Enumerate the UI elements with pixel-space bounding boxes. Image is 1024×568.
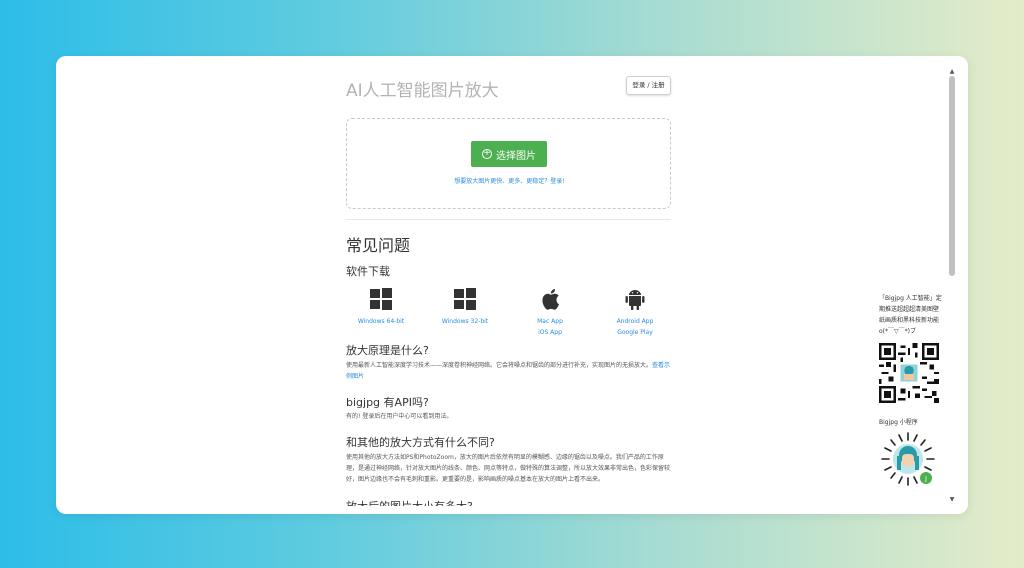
download-windows-32: Windows 32-bit — [425, 288, 505, 327]
api-title: bigjpg 有API吗? — [346, 396, 429, 409]
login-button[interactable]: 登录 / 注册 — [626, 76, 671, 95]
mac-app-link[interactable]: Mac App — [510, 316, 590, 327]
mini-program-code: J — [880, 431, 936, 487]
principle-body: 使用最新人工智能深度学习技术——深度卷积神经网络。它会将噪点和锯齿的部分进行补充… — [346, 362, 653, 369]
download-windows-64: Windows 64-bit — [341, 288, 421, 327]
download-apple: Mac App iOS App — [510, 288, 590, 338]
vertical-scrollbar[interactable]: ▲ ▼ — [948, 68, 956, 504]
scroll-thumb[interactable] — [949, 76, 955, 276]
divider — [346, 219, 671, 220]
windows-64-link[interactable]: Windows 64-bit — [341, 316, 421, 327]
svg-text:J: J — [924, 476, 927, 483]
api-text: 有的! 登录后在用户中心可以看到用法。 — [346, 413, 453, 420]
windows-icon — [425, 288, 505, 310]
android-icon — [595, 288, 675, 310]
windows-icon — [341, 288, 421, 310]
compare-title: 和其他的放大方式有什么不同? — [346, 436, 495, 449]
mini-program-label: Bigjpg 小程序 — [879, 419, 918, 426]
scroll-up-arrow-icon[interactable]: ▲ — [948, 68, 956, 76]
follow-sidebar: 「Bigjpg 人工智能」定期推送超超超清美图壁纸画质和黑科技新功能 o(*￣▽… — [879, 293, 944, 492]
plus-circle-icon: + — [482, 148, 492, 159]
wechat-qr-code — [879, 343, 939, 403]
principle-text: 使用最新人工智能深度学习技术——深度卷积神经网络。它会将噪点和锯齿的部分进行补充… — [346, 360, 671, 382]
page-title: AI人工智能图片放大 — [346, 81, 499, 101]
android-app-link[interactable]: Android App — [595, 316, 675, 327]
download-android: Android App Google Play — [595, 288, 675, 338]
wechat-follow-text: 「Bigjpg 人工智能」定期推送超超超清美图壁纸画质和黑科技新功能 o(*￣▽… — [879, 295, 942, 335]
ios-app-link[interactable]: iOS App — [510, 327, 590, 338]
partial-heading: 放大后的图片大小有多大? — [346, 500, 473, 513]
browser-window: AI人工智能图片放大 登录 / 注册 + 选择图片 想要放大图片更快、更多、更稳… — [56, 56, 968, 514]
principle-title: 放大原理是什么? — [346, 344, 429, 357]
choose-image-label: 选择图片 — [496, 150, 536, 162]
login-hint-link[interactable]: 想要放大图片更快、更多、更稳定？登录! — [347, 176, 672, 185]
apple-icon — [510, 288, 590, 310]
faq-title: 常见问题 — [346, 236, 411, 255]
upload-dropzone[interactable]: + 选择图片 想要放大图片更快、更多、更稳定？登录! — [346, 118, 671, 209]
downloads-title: 软件下载 — [346, 265, 390, 278]
windows-32-link[interactable]: Windows 32-bit — [425, 316, 505, 327]
compare-text: 使用其他的放大方法如PS和PhotoZoom，放大的图片后依然有明显的模糊感、边… — [346, 454, 671, 483]
google-play-link[interactable]: Google Play — [595, 327, 675, 338]
scroll-down-arrow-icon[interactable]: ▼ — [948, 496, 956, 504]
choose-image-button[interactable]: + 选择图片 — [471, 141, 547, 167]
